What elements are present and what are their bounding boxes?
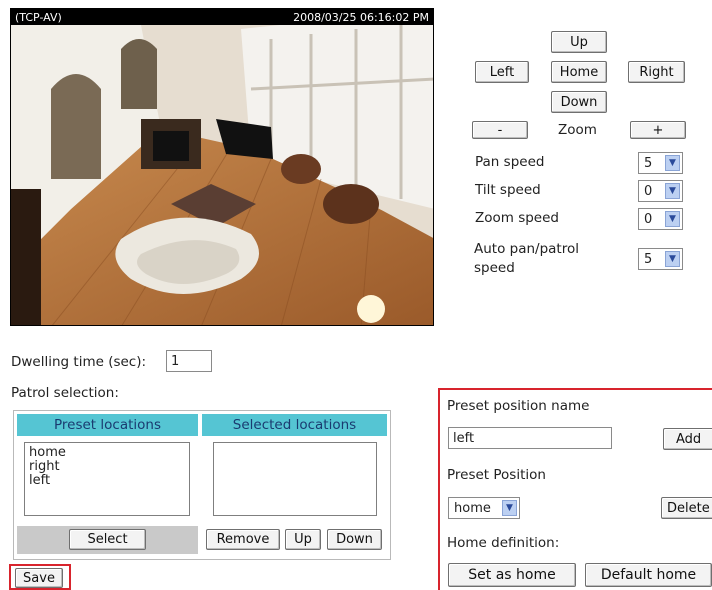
home-definition-label: Home definition: bbox=[447, 535, 560, 551]
tilt-speed-label: Tilt speed bbox=[475, 182, 541, 198]
pan-down-button[interactable]: Down bbox=[551, 91, 607, 113]
chevron-down-icon: ▼ bbox=[665, 211, 680, 227]
chevron-down-icon: ▼ bbox=[665, 183, 680, 199]
preset-panel-highlight bbox=[438, 388, 712, 590]
select-button[interactable]: Select bbox=[69, 529, 146, 550]
zoom-out-button[interactable]: - bbox=[472, 121, 528, 139]
pan-speed-select[interactable]: 5 ▼ bbox=[638, 152, 683, 174]
zoom-speed-label: Zoom speed bbox=[475, 210, 559, 226]
home-button[interactable]: Home bbox=[551, 61, 607, 83]
preset-position-select[interactable]: home ▼ bbox=[448, 497, 520, 519]
preset-position-label: Preset Position bbox=[447, 467, 546, 483]
delete-button[interactable]: Delete bbox=[661, 497, 712, 519]
video-label: (TCP-AV) bbox=[15, 10, 62, 24]
dwelling-time-input[interactable]: 1 bbox=[166, 350, 212, 372]
move-down-button[interactable]: Down bbox=[327, 529, 382, 550]
save-button[interactable]: Save bbox=[15, 568, 63, 588]
chevron-down-icon: ▼ bbox=[502, 500, 517, 516]
dwelling-time-label: Dwelling time (sec): bbox=[11, 354, 147, 370]
tilt-speed-select[interactable]: 0 ▼ bbox=[638, 180, 683, 202]
zoom-speed-select[interactable]: 0 ▼ bbox=[638, 208, 683, 230]
preset-locations-header: Preset locations bbox=[17, 414, 198, 436]
auto-pan-speed-select[interactable]: 5 ▼ bbox=[638, 248, 683, 270]
chevron-down-icon: ▼ bbox=[665, 155, 680, 171]
selected-locations-header: Selected locations bbox=[202, 414, 387, 436]
add-button[interactable]: Add bbox=[663, 428, 712, 450]
video-timestamp: 2008/03/25 06:16:02 PM bbox=[293, 10, 429, 24]
remove-button[interactable]: Remove bbox=[206, 529, 280, 550]
video-status-bar: (TCP-AV) 2008/03/25 06:16:02 PM bbox=[11, 9, 433, 25]
pan-left-button[interactable]: Left bbox=[475, 61, 529, 83]
patrol-selection-label: Patrol selection: bbox=[11, 385, 119, 401]
list-item[interactable]: left bbox=[29, 474, 185, 488]
set-as-home-button[interactable]: Set as home bbox=[448, 563, 576, 587]
move-up-button[interactable]: Up bbox=[285, 529, 321, 550]
pan-up-button[interactable]: Up bbox=[551, 31, 607, 53]
chevron-down-icon: ▼ bbox=[665, 251, 680, 267]
living-room-image bbox=[11, 9, 433, 325]
default-home-button[interactable]: Default home bbox=[585, 563, 712, 587]
pan-right-button[interactable]: Right bbox=[628, 61, 685, 83]
pan-speed-label: Pan speed bbox=[475, 154, 545, 170]
preset-locations-list[interactable]: home right left bbox=[24, 442, 190, 516]
list-item[interactable]: home bbox=[29, 446, 185, 460]
auto-pan-speed-label: Auto pan/patrol speed bbox=[474, 241, 579, 276]
preset-name-label: Preset position name bbox=[447, 398, 590, 414]
zoom-in-button[interactable]: + bbox=[630, 121, 686, 139]
preset-name-input[interactable]: left bbox=[448, 427, 612, 449]
zoom-label: Zoom bbox=[558, 122, 597, 138]
camera-video-view: (TCP-AV) 2008/03/25 06:16:02 PM bbox=[10, 8, 434, 326]
selected-locations-list[interactable] bbox=[213, 442, 377, 516]
list-item[interactable]: right bbox=[29, 460, 185, 474]
